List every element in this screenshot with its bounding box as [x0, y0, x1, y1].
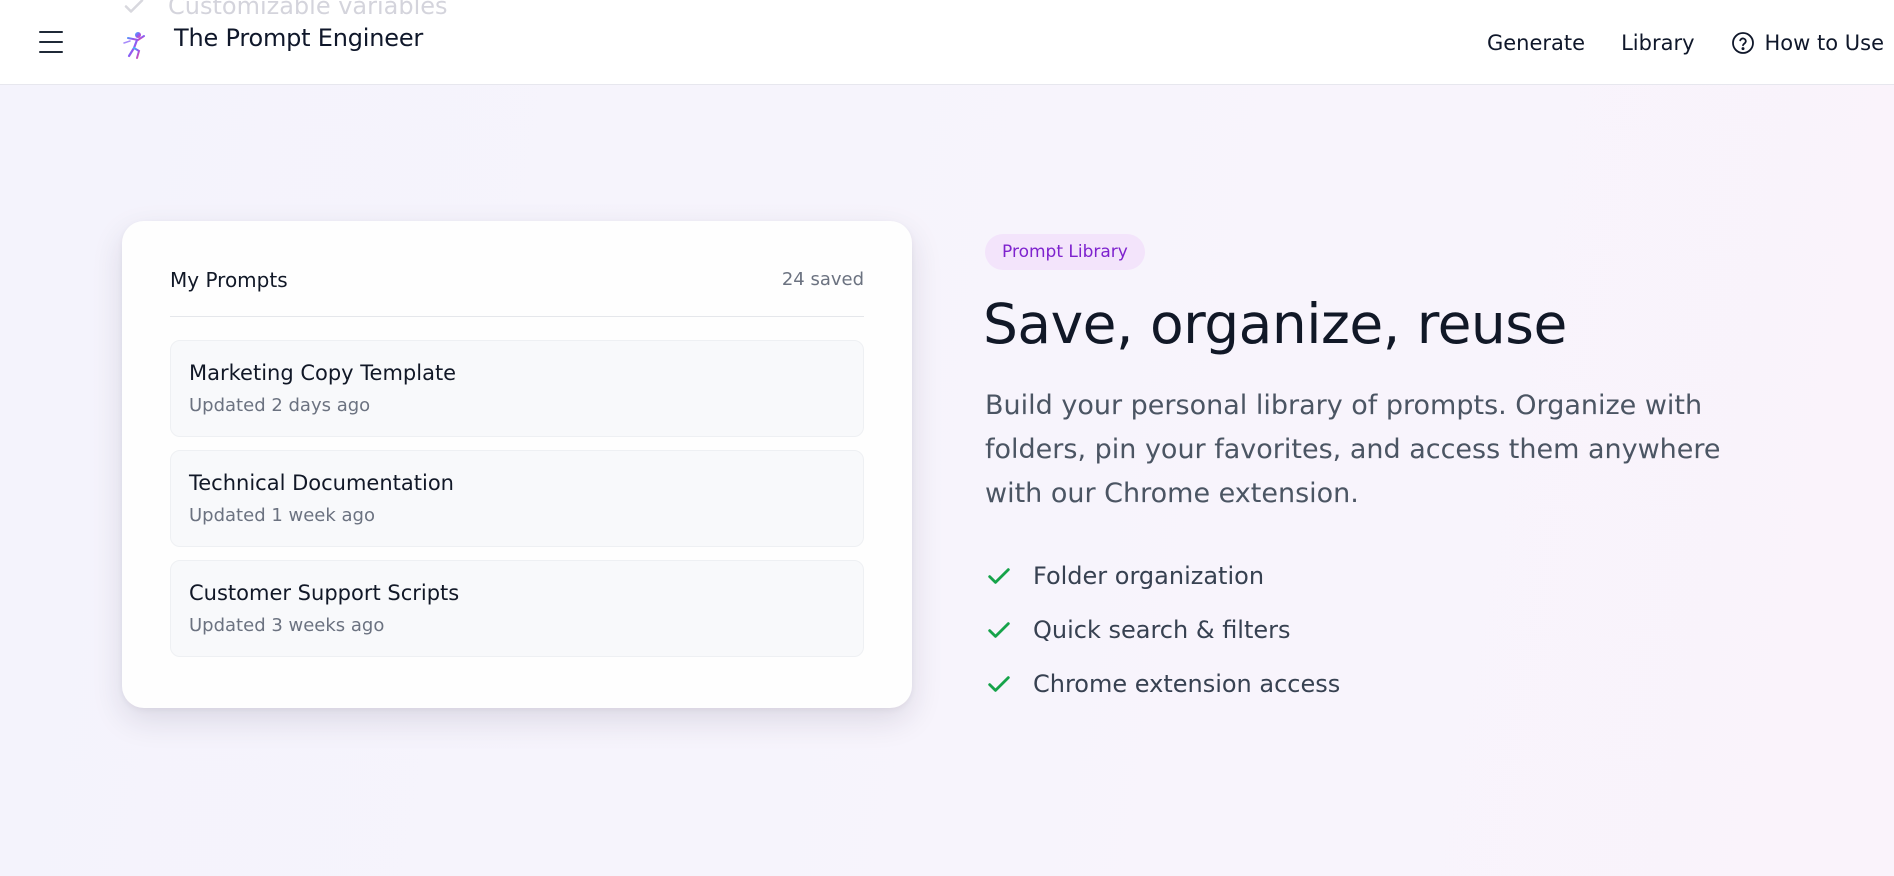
feature-list: Folder organization Quick search & filte… — [985, 549, 1340, 711]
feature-label: Quick search & filters — [1033, 616, 1291, 644]
my-prompts-card: My Prompts 24 saved Marketing Copy Templ… — [122, 221, 912, 708]
hero-headline: Save, organize, reuse — [983, 292, 1567, 356]
nav-generate[interactable]: Generate — [1487, 31, 1585, 55]
check-icon — [988, 568, 1010, 584]
nav-library[interactable]: Library — [1621, 31, 1694, 55]
feature-item: Quick search & filters — [985, 603, 1340, 657]
prompt-updated: Updated 2 days ago — [189, 395, 371, 416]
prompt-item[interactable]: Technical Documentation Updated 1 week a… — [170, 450, 864, 547]
prompt-updated: Updated 3 weeks ago — [189, 615, 385, 636]
nav-generate-label: Generate — [1486, 30, 1586, 55]
section-badge: Prompt Library — [985, 234, 1145, 270]
prompt-item[interactable]: Marketing Copy Template Updated 2 days a… — [170, 340, 864, 437]
check-icon — [988, 676, 1010, 692]
card-header: My Prompts 24 saved — [170, 221, 864, 317]
hero-description: Build your personal library of prompts. … — [985, 390, 1721, 509]
nav-how-to-use[interactable]: How to Use — [1731, 31, 1884, 55]
prompt-updated: Updated 1 week ago — [189, 505, 375, 526]
prompt-name: Customer Support Scripts — [189, 581, 460, 605]
feature-item: Folder organization — [985, 549, 1340, 603]
help-circle-icon — [1731, 31, 1754, 54]
nav-library-label: Library — [1621, 30, 1695, 55]
brand-logo[interactable] — [120, 29, 152, 61]
prompt-name: Technical Documentation — [189, 471, 454, 495]
prompt-name: Marketing Copy Template — [189, 361, 457, 385]
saved-count: 24 saved — [781, 269, 864, 290]
main-nav: Generate Library How to Use — [1487, 0, 1884, 85]
brand-name[interactable]: The Prompt Engineer — [174, 24, 423, 52]
check-icon — [988, 622, 1010, 638]
feature-item: Chrome extension access — [985, 657, 1340, 711]
feature-label: Folder organization — [1033, 562, 1265, 590]
top-header: The Prompt Engineer Generate Library How… — [0, 0, 1894, 85]
prompt-item[interactable]: Customer Support Scripts Updated 3 weeks… — [170, 560, 864, 657]
nav-how-to-use-label: How to Use — [1764, 30, 1884, 55]
feature-label: Chrome extension access — [1033, 670, 1341, 698]
card-title: My Prompts — [170, 267, 288, 292]
prompt-list: Marketing Copy Template Updated 2 days a… — [170, 317, 864, 657]
hamburger-menu-icon[interactable] — [36, 28, 66, 56]
